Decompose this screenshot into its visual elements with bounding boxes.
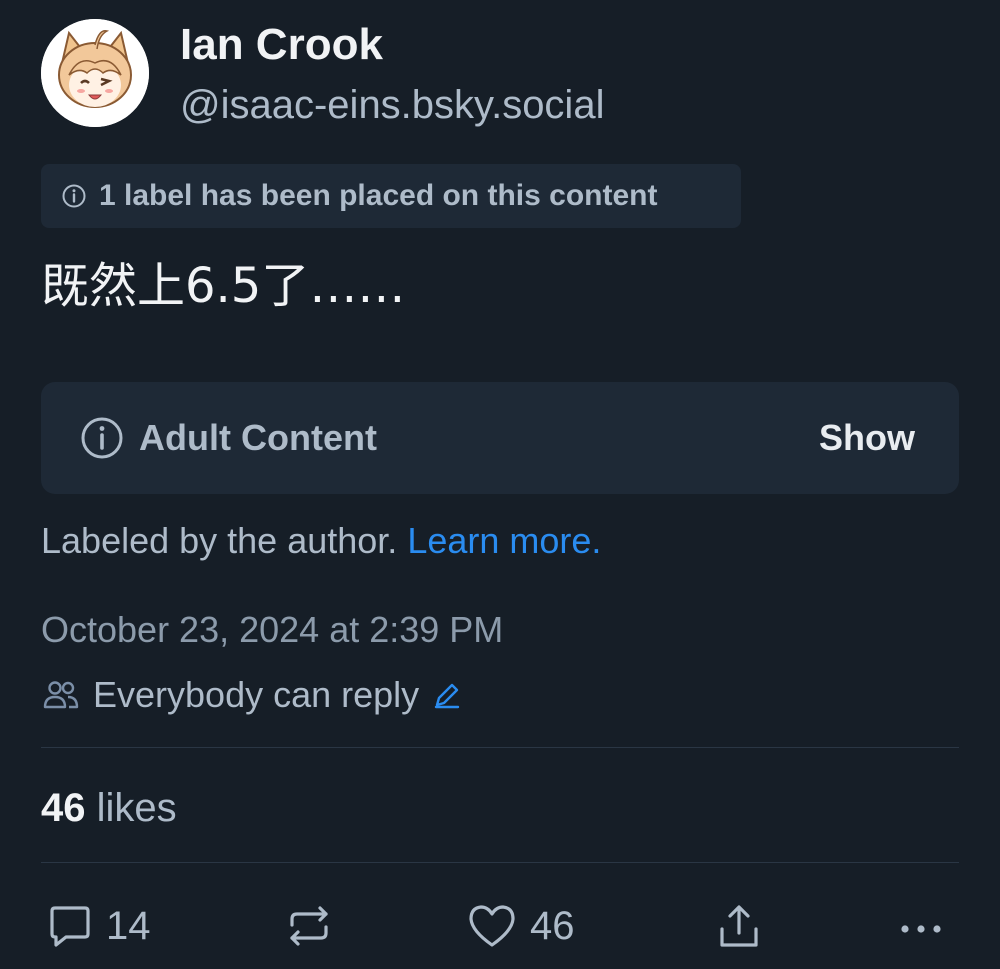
learn-more-link[interactable]: Learn more. <box>407 520 601 561</box>
heart-icon <box>466 901 518 951</box>
show-content-button[interactable]: Show <box>819 417 915 459</box>
reply-setting-text: Everybody can reply <box>93 674 420 715</box>
post-actions: 14 46 <box>0 896 1000 956</box>
content-warning-title: Adult Content <box>139 417 377 458</box>
like-button[interactable]: 46 <box>466 896 575 956</box>
divider <box>41 862 959 863</box>
reply-count: 14 <box>106 903 151 948</box>
pencil-icon[interactable] <box>431 679 463 711</box>
more-options-button[interactable] <box>896 896 946 956</box>
post-thread-view: Ian Crook @isaac-eins.bsky.social 1 labe… <box>0 0 1000 969</box>
people-icon <box>41 675 81 715</box>
avatar[interactable] <box>41 19 149 127</box>
label-source-text: Labeled by the author. <box>41 520 398 561</box>
share-icon <box>714 901 764 951</box>
divider <box>41 747 959 748</box>
author-display-name[interactable]: Ian Crook <box>180 18 383 72</box>
share-button[interactable] <box>714 896 764 956</box>
content-warning[interactable]: Adult Content Show <box>41 382 959 494</box>
label-source: Labeled by the author. Learn more. <box>41 518 601 564</box>
info-icon <box>61 183 87 209</box>
like-count: 46 <box>530 903 575 948</box>
repost-icon <box>284 901 334 951</box>
likes-summary[interactable]: 46 likes <box>41 784 177 832</box>
likes-count: 46 <box>41 786 86 830</box>
reply-icon <box>44 901 94 951</box>
likes-label: likes <box>96 786 177 830</box>
repost-button[interactable] <box>284 896 334 956</box>
reply-setting[interactable]: Everybody can reply <box>41 672 463 718</box>
more-icon <box>896 901 946 951</box>
post-text: 既然上6.5了…… <box>41 258 406 314</box>
author-handle[interactable]: @isaac-eins.bsky.social <box>180 80 604 130</box>
content-label-notice-text: 1 label has been placed on this content <box>99 179 658 212</box>
post-timestamp: October 23, 2024 at 2:39 PM <box>41 609 504 650</box>
reply-button[interactable]: 14 <box>44 896 151 956</box>
avatar-image <box>41 19 149 127</box>
content-label-notice[interactable]: 1 label has been placed on this content <box>41 164 741 228</box>
info-icon <box>79 415 125 461</box>
